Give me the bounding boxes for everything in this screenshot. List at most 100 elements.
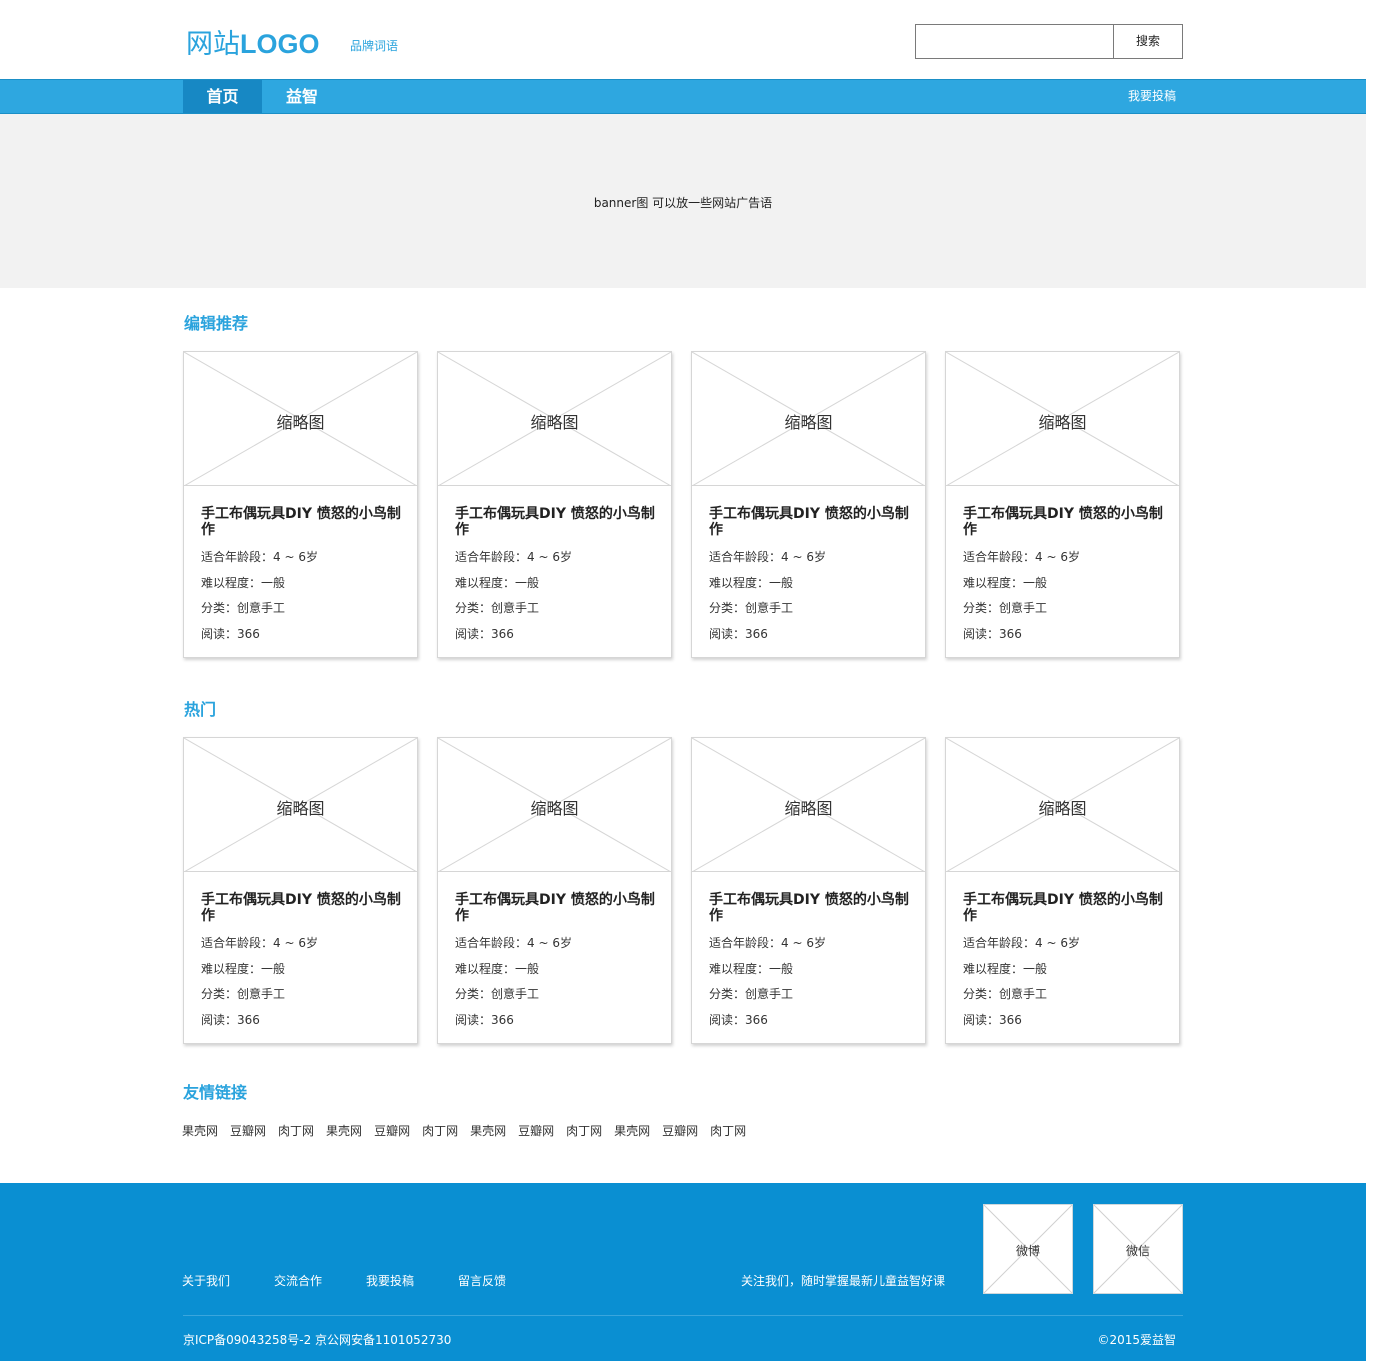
nav-submit-link[interactable]: 我要投稿 [1128,80,1176,113]
thumbnail-label: 缩略图 [784,799,833,818]
card-difficulty: 难以程度：一般 [455,576,540,590]
card-difficulty: 难以程度：一般 [201,962,286,976]
follow-text: 关注我们，随时掌握最新儿童益智好课 [741,1274,946,1288]
card-title[interactable]: 手工布偶玩具DIY 愤怒的小鸟制作 [709,892,914,924]
friendly-link[interactable]: 肉丁网 [422,1122,458,1139]
friendly-link[interactable]: 果壳网 [470,1122,506,1139]
site-header: 网站LOGO 品牌词语 搜索 [0,0,1375,80]
card-age: 适合年龄段：4 ~ 6岁 [963,936,1080,950]
icp-text: 京ICP备09043258号-2 京公网安备1101052730 [183,1333,452,1347]
card-age: 适合年龄段：4 ~ 6岁 [201,936,318,950]
thumbnail[interactable]: 缩略图 [184,352,417,486]
qr-label: 微博 [1015,1244,1040,1258]
card-reads: 阅读：366 [709,627,768,641]
friendly-link[interactable]: 果壳网 [614,1122,650,1139]
thumbnail-label: 缩略图 [530,799,579,818]
section-title-links: 友情链接 [183,1083,248,1102]
footer-divider [183,1315,1183,1316]
article-card[interactable]: 缩略图 手工布偶玩具DIY 愤怒的小鸟制作 适合年龄段：4 ~ 6岁 难以程度：… [183,737,418,1044]
friendly-link[interactable]: 豆瓣网 [230,1122,266,1139]
card-category: 分类：创意手工 [709,987,794,1001]
article-card[interactable]: 缩略图 手工布偶玩具DIY 愤怒的小鸟制作 适合年龄段：4 ~ 6岁 难以程度：… [945,737,1180,1044]
friendly-links: 果壳网 豆瓣网 肉丁网 果壳网 豆瓣网 肉丁网 果壳网 豆瓣网 肉丁网 果壳网 豆瓣网 肉丁网 [182,1122,758,1139]
card-difficulty: 难以程度：一般 [963,962,1048,976]
card-title[interactable]: 手工布偶玩具DIY 愤怒的小鸟制作 [709,506,914,538]
card-title[interactable]: 手工布偶玩具DIY 愤怒的小鸟制作 [963,892,1168,924]
site-logo[interactable]: 网站LOGO [186,22,320,61]
thumbnail[interactable]: 缩略图 [184,738,417,872]
card-category: 分类：创意手工 [963,987,1048,1001]
friendly-link[interactable]: 肉丁网 [278,1122,314,1139]
card-difficulty: 难以程度：一般 [709,962,794,976]
card-reads: 阅读：366 [201,627,260,641]
wechat-qr[interactable]: 微信 [1093,1204,1183,1294]
article-card[interactable]: 缩略图 手工布偶玩具DIY 愤怒的小鸟制作 适合年龄段：4 ~ 6岁 难以程度：… [437,351,672,658]
article-card[interactable]: 缩略图 手工布偶玩具DIY 愤怒的小鸟制作 适合年龄段：4 ~ 6岁 难以程度：… [945,351,1180,658]
thumbnail-label: 缩略图 [1038,799,1087,818]
card-category: 分类：创意手工 [963,601,1048,615]
card-reads: 阅读：366 [709,1013,768,1027]
thumbnail-label: 缩略图 [784,413,833,432]
banner[interactable]: banner图 可以放一些网站广告语 [0,114,1366,288]
card-category: 分类：创意手工 [201,987,286,1001]
card-row-hot: 缩略图 手工布偶玩具DIY 愤怒的小鸟制作 适合年龄段：4 ~ 6岁 难以程度：… [183,737,1183,1045]
card-category: 分类：创意手工 [709,601,794,615]
thumbnail[interactable]: 缩略图 [438,352,671,486]
friendly-link[interactable]: 豆瓣网 [662,1122,698,1139]
card-title[interactable]: 手工布偶玩具DIY 愤怒的小鸟制作 [201,892,406,924]
copyright-text: ©2015爱益智 [1097,1333,1176,1347]
thumbnail-label: 缩略图 [276,413,325,432]
footer-link-feedback[interactable]: 留言反馈 [458,1272,506,1289]
card-category: 分类：创意手工 [455,987,540,1001]
banner-text: banner图 可以放一些网站广告语 [593,196,773,210]
nav-item-puzzle[interactable]: 益智 [262,80,342,113]
card-title[interactable]: 手工布偶玩具DIY 愤怒的小鸟制作 [201,506,406,538]
site-footer: 关于我们 交流合作 我要投稿 留言反馈 关注我们，随时掌握最新儿童益智好课 微博… [0,1183,1366,1361]
brand-words: 品牌词语 [350,39,399,53]
card-age: 适合年龄段：4 ~ 6岁 [709,936,826,950]
card-reads: 阅读：366 [455,1013,514,1027]
thumbnail[interactable]: 缩略图 [946,352,1179,486]
nav-item-home[interactable]: 首页 [183,80,262,113]
footer-link-submit[interactable]: 我要投稿 [366,1272,414,1289]
card-difficulty: 难以程度：一般 [963,576,1048,590]
search-button[interactable]: 搜索 [1113,24,1183,59]
logo-cn: 网站 [186,29,240,60]
article-card[interactable]: 缩略图 手工布偶玩具DIY 愤怒的小鸟制作 适合年龄段：4 ~ 6岁 难以程度：… [691,351,926,658]
card-age: 适合年龄段：4 ~ 6岁 [201,550,318,564]
card-age: 适合年龄段：4 ~ 6岁 [709,550,826,564]
card-reads: 阅读：366 [963,1013,1022,1027]
friendly-link[interactable]: 肉丁网 [566,1122,602,1139]
card-title[interactable]: 手工布偶玩具DIY 愤怒的小鸟制作 [963,506,1168,538]
thumbnail[interactable]: 缩略图 [946,738,1179,872]
friendly-link[interactable]: 豆瓣网 [374,1122,410,1139]
card-age: 适合年龄段：4 ~ 6岁 [455,550,572,564]
card-age: 适合年龄段：4 ~ 6岁 [963,550,1080,564]
card-title[interactable]: 手工布偶玩具DIY 愤怒的小鸟制作 [455,892,660,924]
card-difficulty: 难以程度：一般 [709,576,794,590]
friendly-link[interactable]: 肉丁网 [710,1122,746,1139]
card-title[interactable]: 手工布偶玩具DIY 愤怒的小鸟制作 [455,506,660,538]
friendly-link[interactable]: 果壳网 [182,1122,218,1139]
logo-en: LOGO [240,29,320,59]
footer-link-about[interactable]: 关于我们 [182,1272,230,1289]
card-category: 分类：创意手工 [201,601,286,615]
footer-link-cooperation[interactable]: 交流合作 [274,1272,322,1289]
thumbnail-label: 缩略图 [530,413,579,432]
card-reads: 阅读：366 [455,627,514,641]
section-title-hot: 热门 [184,700,217,719]
thumbnail[interactable]: 缩略图 [438,738,671,872]
weibo-qr[interactable]: 微博 [983,1204,1073,1294]
friendly-link[interactable]: 豆瓣网 [518,1122,554,1139]
thumbnail[interactable]: 缩略图 [692,352,925,486]
article-card[interactable]: 缩略图 手工布偶玩具DIY 愤怒的小鸟制作 适合年龄段：4 ~ 6岁 难以程度：… [437,737,672,1044]
card-reads: 阅读：366 [201,1013,260,1027]
article-card[interactable]: 缩略图 手工布偶玩具DIY 愤怒的小鸟制作 适合年龄段：4 ~ 6岁 难以程度：… [691,737,926,1044]
card-age: 适合年龄段：4 ~ 6岁 [455,936,572,950]
friendly-link[interactable]: 果壳网 [326,1122,362,1139]
thumbnail-label: 缩略图 [276,799,325,818]
article-card[interactable]: 缩略图 手工布偶玩具DIY 愤怒的小鸟制作 适合年龄段：4 ~ 6岁 难以程度：… [183,351,418,658]
search-input[interactable] [915,24,1114,59]
thumbnail[interactable]: 缩略图 [692,738,925,872]
card-category: 分类：创意手工 [455,601,540,615]
